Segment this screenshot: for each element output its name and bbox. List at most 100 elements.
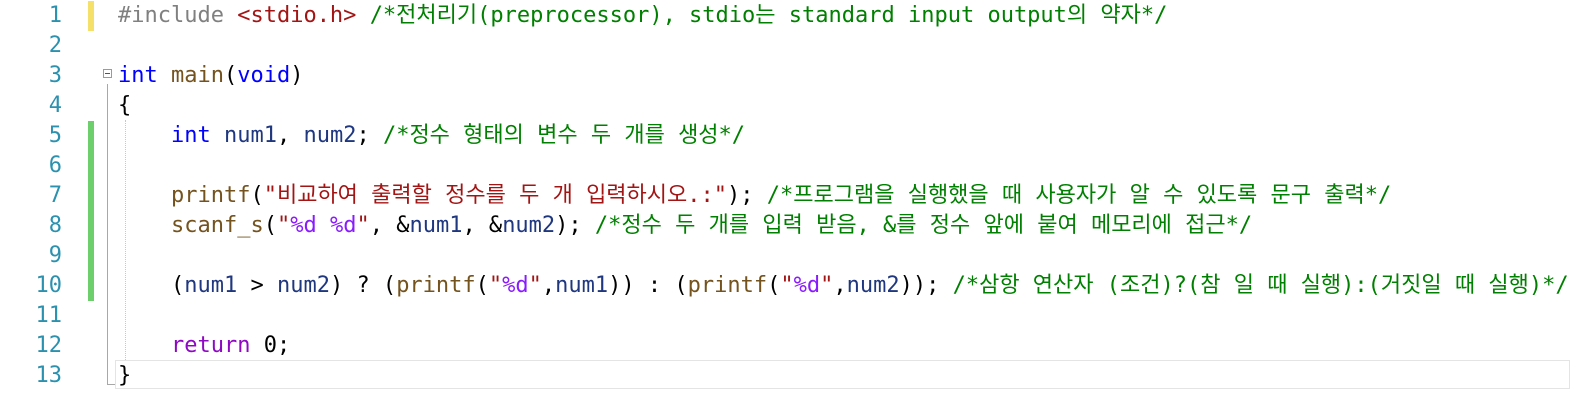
line-number: 9 xyxy=(48,243,62,268)
token-var: num2 xyxy=(276,273,330,298)
change-indicator xyxy=(88,151,94,181)
code-text: return 0; xyxy=(118,331,290,361)
code-line[interactable]: 8 scanf_s("%d %d", &num1, &num2); /*정수 두… xyxy=(0,211,1573,241)
token-pl: ( xyxy=(118,273,185,298)
code-text: scanf_s("%d %d", &num1, &num2); /*정수 두 개… xyxy=(118,211,1252,241)
line-number: 6 xyxy=(48,153,62,178)
token-fn: printf xyxy=(687,273,768,298)
code-line[interactable]: 7 printf("비교하여 출력할 정수를 두 개 입력하시오.:"); /*… xyxy=(0,181,1573,211)
token-var: num2 xyxy=(502,213,556,238)
token-str: " xyxy=(820,273,834,298)
token-str: " xyxy=(528,273,542,298)
token-fmt: %d xyxy=(502,273,529,298)
code-line[interactable]: 13} xyxy=(0,361,1573,391)
token-fn: printf xyxy=(170,183,251,208)
code-text: } xyxy=(118,361,131,391)
code-line[interactable]: 5 int num1, num2; /*정수 형태의 변수 두 개를 생성*/ xyxy=(0,121,1573,151)
token-fn: scanf_s xyxy=(170,213,264,238)
token-pl: ( xyxy=(263,213,277,238)
token-var: num2 xyxy=(303,123,357,148)
code-line[interactable]: 10 (num1 > num2) ? (printf("%d",num1)) :… xyxy=(0,271,1573,301)
token-kw: int xyxy=(170,123,211,148)
token-pl: ) xyxy=(290,63,304,88)
token-cm: /*정수 형태의 변수 두 개를 생성*/ xyxy=(382,123,746,148)
line-number: 7 xyxy=(48,183,62,208)
token-pl: ( xyxy=(475,273,489,298)
code-line[interactable]: 3 int main(void) xyxy=(0,61,1573,91)
token-pl: { xyxy=(118,93,132,118)
token-cm: /*정수 두 개를 입력 받음, &를 정수 앞에 붙여 메모리에 접근*/ xyxy=(594,213,1253,238)
token-fmt: %d xyxy=(290,213,317,238)
change-indicator xyxy=(88,271,94,301)
token-str: "비교하여 출력할 정수를 두 개 입력하시오.:" xyxy=(263,183,728,208)
token-pl: , xyxy=(276,123,304,148)
code-text: (num1 > num2) ? (printf("%d",num1)) : (p… xyxy=(118,271,1569,301)
code-editor[interactable]: 1 #include <stdio.h> /*전처리기(preprocessor)… xyxy=(0,0,1573,405)
line-number: 12 xyxy=(35,333,63,358)
token-str: " xyxy=(780,273,794,298)
token-pl: ); xyxy=(727,183,767,208)
token-pl: } xyxy=(118,363,132,388)
code-line[interactable]: 2 xyxy=(0,31,1573,61)
token-str: " xyxy=(276,213,291,238)
token-pl: , & xyxy=(369,213,410,238)
code-line[interactable]: 4{ xyxy=(0,91,1573,121)
token-pl: , & xyxy=(462,213,503,238)
code-line[interactable]: 12 return 0; xyxy=(0,331,1573,361)
token-var: num1 xyxy=(555,273,609,298)
token-pl: )) : ( xyxy=(608,273,688,298)
change-indicator xyxy=(88,241,94,271)
token-kw: void xyxy=(237,63,291,88)
token-num: 0 xyxy=(263,333,277,358)
token-pl: , xyxy=(541,273,556,298)
change-indicator xyxy=(88,1,94,31)
line-number: 10 xyxy=(35,273,63,298)
code-line[interactable]: 1 #include <stdio.h> /*전처리기(preprocessor)… xyxy=(0,1,1573,31)
collapse-icon[interactable] xyxy=(103,69,112,78)
line-number: 4 xyxy=(48,93,62,118)
token-fn: printf xyxy=(396,273,476,298)
line-number: 2 xyxy=(48,33,62,58)
token-str: " xyxy=(488,273,503,298)
change-indicator xyxy=(88,121,94,151)
code-line[interactable]: 9 xyxy=(0,241,1573,271)
code-text: #include <stdio.h> /*전처리기(preprocessor),… xyxy=(118,1,1167,31)
token-ctl: return xyxy=(170,333,251,358)
code-line[interactable]: 11 xyxy=(0,301,1573,331)
token-pl: )); xyxy=(899,273,953,298)
code-text: int num1, num2; /*정수 형태의 변수 두 개를 생성*/ xyxy=(118,121,745,151)
change-indicator xyxy=(88,211,94,241)
token-pl: ( xyxy=(767,273,781,298)
token-pl: ( xyxy=(223,63,238,88)
code-line[interactable]: 6 xyxy=(0,151,1573,181)
token-pl: ); xyxy=(555,213,595,238)
token-pl: ) ? ( xyxy=(329,273,397,298)
token-cm: /*삼항 연산자 (조건)?(참 일 때 실행):(거짓일 때 실행)*/ xyxy=(952,273,1569,298)
line-number: 8 xyxy=(48,213,62,238)
token-pl: > xyxy=(237,273,277,298)
token-pl: ; xyxy=(276,333,291,358)
token-fn: main xyxy=(171,63,224,88)
line-number: 3 xyxy=(48,63,62,88)
token-inc: <stdio.h> xyxy=(237,3,357,28)
token-str: " xyxy=(356,213,370,238)
token-var: num1 xyxy=(223,123,277,148)
line-number: 11 xyxy=(35,303,63,328)
line-number: 1 xyxy=(48,3,62,28)
token-pl: ; xyxy=(356,123,383,148)
token-pp: #include xyxy=(118,3,238,28)
token-var: num1 xyxy=(184,273,238,298)
token-kw: int xyxy=(118,63,158,88)
code-text: int main(void) xyxy=(118,61,303,91)
token-str xyxy=(317,213,330,238)
token-cm: /*프로그램을 실행했을 때 사용자가 알 수 있도록 문구 출력*/ xyxy=(766,183,1392,208)
code-text: { xyxy=(118,91,131,121)
